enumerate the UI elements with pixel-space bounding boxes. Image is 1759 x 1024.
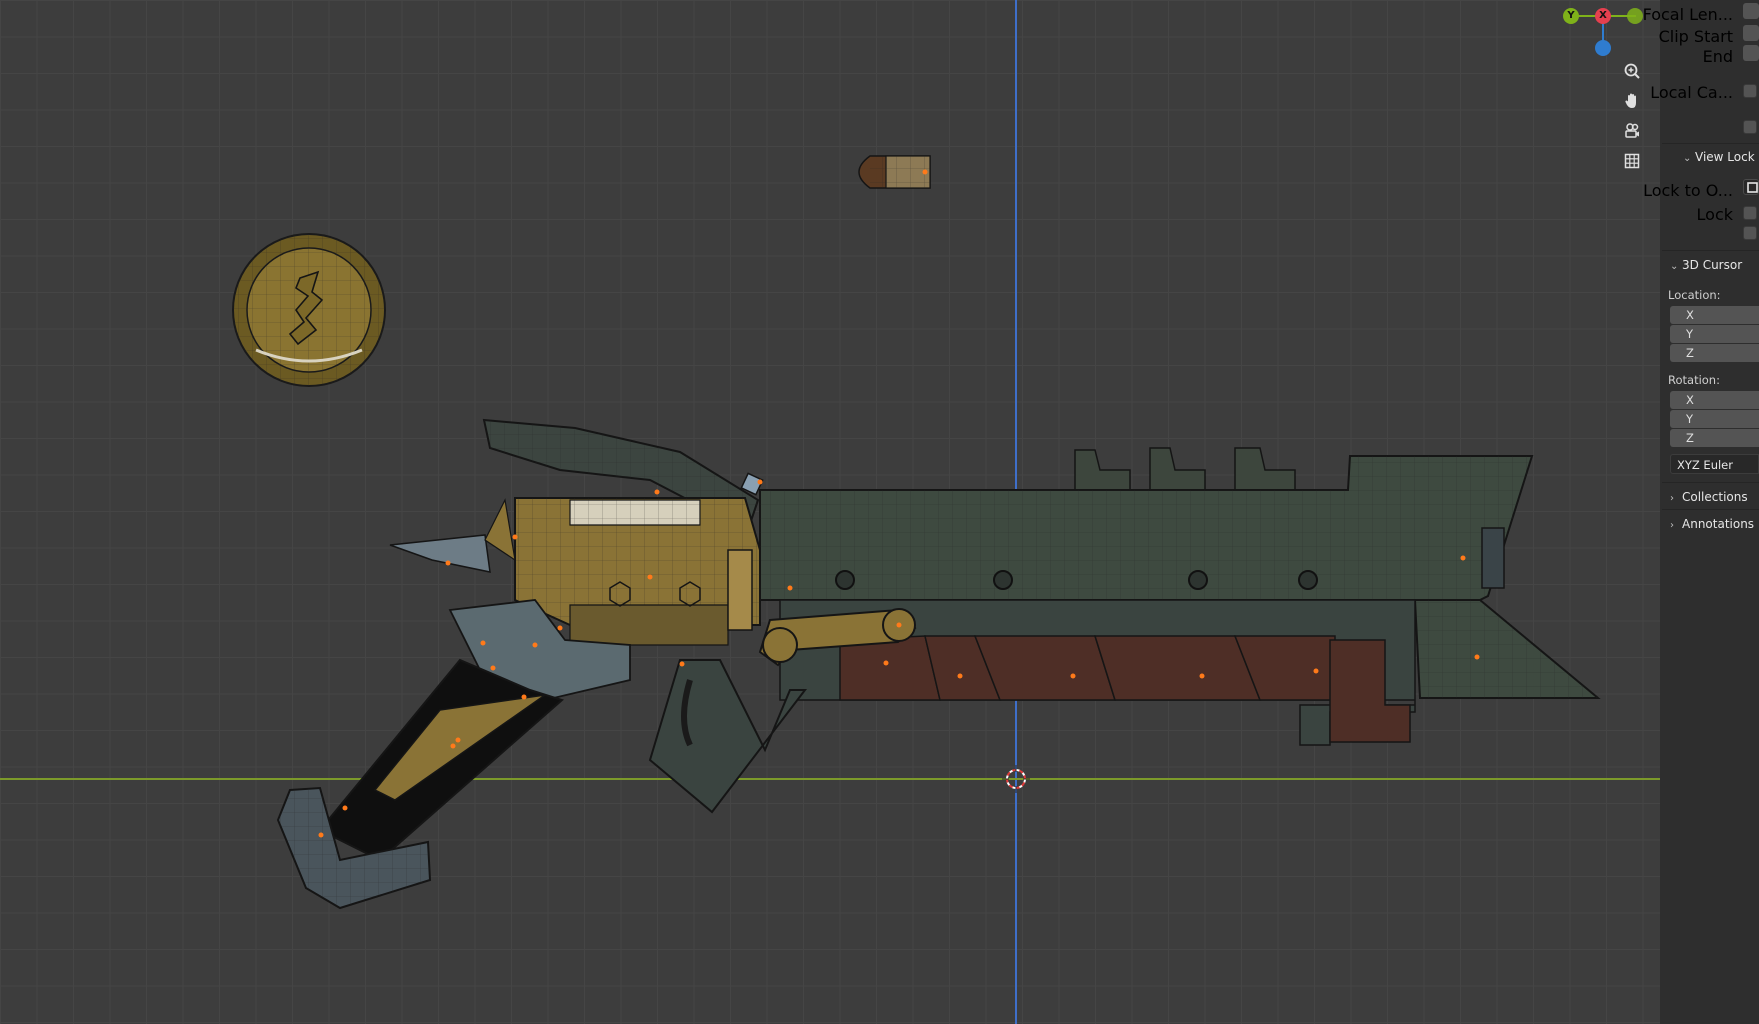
location-z-label: Z xyxy=(1686,346,1694,360)
rotation-label: Rotation: xyxy=(1668,373,1720,387)
lock-to-object-field[interactable] xyxy=(1743,179,1759,195)
camera-view-button[interactable] xyxy=(1619,118,1645,144)
location-z-field[interactable]: Z xyxy=(1670,344,1759,362)
rotation-z-label: Z xyxy=(1686,431,1694,445)
location-y-label: Y xyxy=(1686,327,1694,341)
rotation-x-label: X xyxy=(1686,393,1694,407)
bullet-object[interactable] xyxy=(858,155,931,189)
panel-divider xyxy=(1662,143,1759,144)
collections-title: Collections xyxy=(1682,490,1748,504)
zoom-button[interactable] xyxy=(1619,58,1645,84)
clip-end-label: End xyxy=(1702,47,1733,66)
rotation-mode-value: XYZ Euler xyxy=(1677,458,1733,472)
clip-start-label: Clip Start xyxy=(1658,27,1733,46)
render-region-checkbox[interactable] xyxy=(1743,120,1757,134)
gizmo-neg-y-axis[interactable] xyxy=(1627,8,1643,24)
location-y-field[interactable]: Y xyxy=(1670,325,1759,343)
view-lock-header[interactable]: ⌄ View Lock xyxy=(1683,150,1755,164)
pan-button[interactable] xyxy=(1619,88,1645,114)
focal-length-field[interactable] xyxy=(1743,3,1759,19)
chevron-right-icon: › xyxy=(1670,520,1674,531)
lock-cursor-checkbox[interactable] xyxy=(1743,206,1757,220)
panel-divider xyxy=(1662,509,1759,510)
perspective-toggle-button[interactable] xyxy=(1619,148,1645,174)
rotation-mode-dropdown[interactable]: XYZ Euler xyxy=(1670,454,1759,474)
annotations-header[interactable]: › Annotations xyxy=(1670,517,1754,531)
rotation-x-field[interactable]: X xyxy=(1670,391,1759,409)
coin-object[interactable] xyxy=(232,233,386,387)
panel-divider xyxy=(1662,482,1759,483)
rotation-y-label: Y xyxy=(1686,412,1694,426)
local-camera-checkbox[interactable] xyxy=(1743,84,1757,98)
3d-cursor-icon[interactable] xyxy=(1002,765,1030,793)
chevron-down-icon: ⌄ xyxy=(1670,261,1679,272)
hand-pan-icon xyxy=(1625,93,1636,108)
collections-header[interactable]: › Collections xyxy=(1670,490,1748,504)
gun-object[interactable] xyxy=(276,418,1601,910)
annotations-title: Annotations xyxy=(1682,517,1755,531)
rotation-y-field[interactable]: Y xyxy=(1670,410,1759,428)
camera-icon xyxy=(1625,123,1639,138)
panel-divider xyxy=(1662,250,1759,251)
lock-camera-checkbox[interactable] xyxy=(1743,226,1757,240)
gizmo-x-axis[interactable]: X xyxy=(1595,8,1611,24)
clip-start-field[interactable] xyxy=(1743,25,1759,41)
local-camera-label: Local Ca... xyxy=(1650,83,1733,102)
gizmo-z-axis[interactable] xyxy=(1595,40,1611,56)
view-lock-title: View Lock xyxy=(1695,150,1755,164)
chevron-down-icon: ⌄ xyxy=(1683,153,1692,164)
scene-objects[interactable] xyxy=(0,0,1660,1024)
grid-icon xyxy=(1624,153,1640,169)
object-icon xyxy=(1747,182,1758,193)
lock-label: Lock xyxy=(1696,205,1733,224)
zoom-icon xyxy=(1624,63,1640,79)
3d-cursor-header[interactable]: ⌄ 3D Cursor xyxy=(1670,258,1742,272)
location-label: Location: xyxy=(1668,288,1721,302)
clip-end-field[interactable] xyxy=(1743,45,1759,61)
location-x-field[interactable]: X xyxy=(1670,306,1759,324)
3d-cursor-title: 3D Cursor xyxy=(1682,258,1743,272)
lock-to-object-label: Lock to O... xyxy=(1643,181,1733,200)
focal-length-label: Focal Len... xyxy=(1642,5,1733,24)
gizmo-y-axis[interactable]: Y xyxy=(1563,8,1579,24)
location-x-label: X xyxy=(1686,308,1694,322)
chevron-right-icon: › xyxy=(1670,493,1674,504)
rotation-z-field[interactable]: Z xyxy=(1670,429,1759,447)
